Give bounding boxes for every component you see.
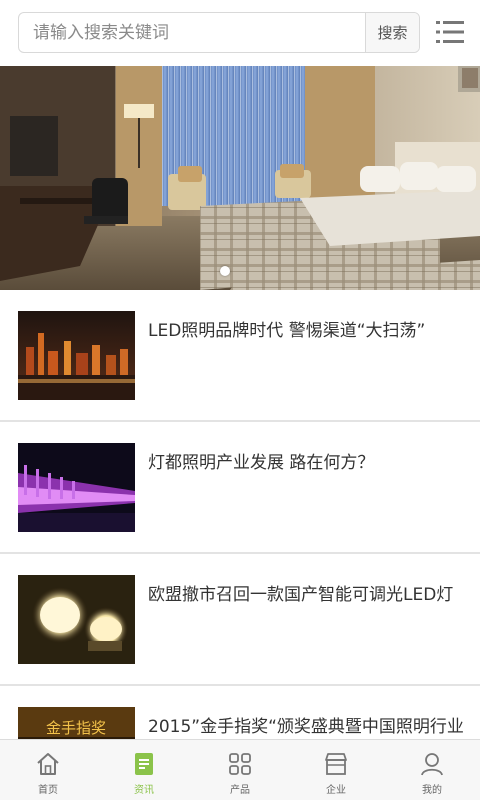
news-item[interactable]: 欧盟撤市召回一款国产智能可调光LED灯 [0,554,480,686]
news-title: LED照明品牌时代 警惕渠道“大扫荡” [148,321,426,341]
home-icon [37,753,59,775]
search-box: 搜索 [18,12,420,53]
header: 搜索 [0,0,480,66]
nav-label: 产品 [230,785,250,796]
news-title: 欧盟撤市召回一款国产智能可调光LED灯 [148,585,454,605]
award-banner-text: 金手指奖 [46,719,106,737]
store-icon [325,753,347,775]
nav-label: 企业 [326,785,346,796]
nav-item-products[interactable]: 产品 [192,740,288,800]
nav-item-news[interactable]: 资讯 [96,740,192,800]
news-item[interactable]: 灯都照明产业发展 路在何方？ [0,422,480,554]
nav-item-home[interactable]: 首页 [0,740,96,800]
news-title: 2015”金手指奖“颁奖盛典暨中国照明行业 [148,717,464,737]
list-menu-icon[interactable] [436,19,464,45]
news-icon [135,753,153,775]
nav-item-company[interactable]: 企业 [288,740,384,800]
banner-image [0,66,480,290]
search-input[interactable] [19,13,365,52]
nav-label: 首页 [38,785,58,796]
grid-icon [229,753,251,775]
nav-label: 资讯 [134,785,154,796]
banner-carousel[interactable] [0,66,480,290]
news-title: 灯都照明产业发展 路在何方？ [148,453,375,473]
nav-label: 我的 [422,785,442,796]
bottom-nav: 首页 资讯 产品 企业 我的 [0,739,480,800]
news-item[interactable]: LED照明品牌时代 警惕渠道“大扫荡” [0,290,480,422]
search-button[interactable]: 搜索 [365,13,419,52]
carousel-indicator-dot[interactable] [220,266,230,276]
news-thumbnail-city-night [18,311,135,400]
nav-item-profile[interactable]: 我的 [384,740,480,800]
user-icon [421,753,443,776]
news-thumbnail-led-bulbs [18,575,135,664]
news-thumbnail-purple-promenade [18,443,135,532]
